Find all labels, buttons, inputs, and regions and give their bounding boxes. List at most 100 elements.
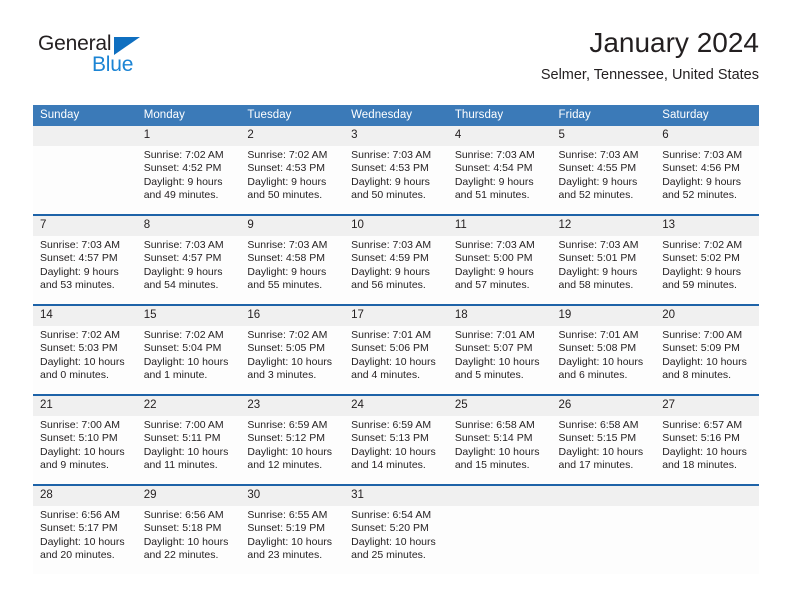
day-cell: Sunrise: 7:02 AM Sunset: 5:03 PM Dayligh…	[33, 326, 137, 394]
sunset-text: Sunset: 5:11 PM	[143, 432, 221, 445]
sunrise-text: Sunrise: 7:01 AM	[558, 329, 639, 341]
day-cell: Sunrise: 7:03 AM Sunset: 4:54 PM Dayligh…	[447, 146, 552, 214]
day-cell: Sunrise: 7:03 AM Sunset: 4:59 PM Dayligh…	[344, 236, 448, 304]
day-number: 31	[344, 486, 448, 506]
daylight-text-line1: Daylight: 9 hours	[143, 265, 223, 278]
day-cell: Sunrise: 6:54 AM Sunset: 5:20 PM Dayligh…	[344, 506, 448, 574]
sunrise-text: Sunrise: 7:03 AM	[143, 239, 224, 251]
daylight-text-line1: Daylight: 10 hours	[40, 355, 125, 368]
daylight-text-line1: Daylight: 10 hours	[351, 535, 436, 548]
daylight-text-line1: Daylight: 10 hours	[143, 535, 229, 548]
week-details-row: Sunrise: 6:56 AM Sunset: 5:17 PM Dayligh…	[33, 506, 759, 574]
daylight-text-line2: and 54 minutes.	[143, 279, 219, 292]
day-number: 28	[33, 486, 137, 506]
sunrise-text: Sunrise: 6:56 AM	[40, 509, 120, 521]
sunset-text: Sunset: 4:54 PM	[454, 162, 533, 175]
daylight-text-line1: Daylight: 9 hours	[454, 265, 534, 278]
sunset-text: Sunset: 5:10 PM	[40, 432, 118, 445]
sunrise-text: Sunrise: 7:03 AM	[351, 149, 432, 161]
sunrise-text: Sunrise: 7:00 AM	[662, 329, 743, 341]
daylight-text-line2: and 4 minutes.	[351, 369, 420, 382]
sunset-text: Sunset: 5:15 PM	[558, 432, 637, 445]
daylight-text-line1: Daylight: 10 hours	[558, 355, 644, 368]
daylight-text-line2: and 58 minutes.	[558, 279, 634, 292]
day-cell: Sunrise: 7:00 AM Sunset: 5:09 PM Dayligh…	[655, 326, 759, 394]
day-cell: Sunrise: 7:03 AM Sunset: 4:58 PM Dayligh…	[240, 236, 345, 304]
daylight-text-line2: and 14 minutes.	[351, 459, 426, 472]
day-number: 7	[33, 216, 137, 236]
day-cell: Sunrise: 7:03 AM Sunset: 4:56 PM Dayligh…	[655, 146, 759, 214]
sunrise-text: Sunrise: 6:58 AM	[454, 419, 535, 431]
sunrise-text: Sunrise: 7:00 AM	[40, 419, 120, 431]
daylight-text-line1: Daylight: 10 hours	[454, 355, 540, 368]
day-cell: Sunrise: 7:02 AM Sunset: 5:04 PM Dayligh…	[136, 326, 241, 394]
weekday-header-thursday: Thursday	[447, 105, 552, 126]
day-cell: Sunrise: 7:00 AM Sunset: 5:10 PM Dayligh…	[33, 416, 137, 484]
daylight-text-line1: Daylight: 10 hours	[454, 445, 540, 458]
day-cell	[655, 506, 759, 574]
day-number: 1	[136, 126, 241, 146]
sunrise-text: Sunrise: 7:02 AM	[143, 329, 224, 341]
week-daynumbers-row: 1 2 3 4 5 6	[33, 126, 759, 146]
sunset-text: Sunset: 5:04 PM	[143, 342, 222, 355]
daylight-text-line1: Daylight: 10 hours	[351, 355, 436, 368]
daylight-text-line2: and 55 minutes.	[247, 279, 323, 292]
day-cell: Sunrise: 6:55 AM Sunset: 5:19 PM Dayligh…	[240, 506, 345, 574]
daylight-text-line2: and 11 minutes.	[143, 459, 218, 472]
logo-text-blue: Blue	[92, 53, 134, 76]
daylight-text-line1: Daylight: 10 hours	[143, 355, 229, 368]
daylight-text-line2: and 18 minutes.	[662, 459, 737, 472]
day-number	[33, 126, 137, 146]
daylight-text-line2: and 8 minutes.	[662, 369, 732, 382]
day-cell: Sunrise: 7:02 AM Sunset: 5:05 PM Dayligh…	[240, 326, 345, 394]
daylight-text-line1: Daylight: 10 hours	[40, 445, 125, 458]
sunrise-text: Sunrise: 7:03 AM	[247, 239, 328, 251]
sunrise-text: Sunrise: 6:55 AM	[247, 509, 328, 521]
page-title: January 2024	[589, 27, 759, 58]
day-number: 21	[33, 396, 137, 416]
sunset-text: Sunset: 4:57 PM	[143, 252, 222, 265]
day-number: 23	[240, 396, 345, 416]
sunrise-text: Sunrise: 7:03 AM	[558, 149, 639, 161]
sunrise-text: Sunrise: 7:01 AM	[454, 329, 535, 341]
sunrise-text: Sunrise: 7:03 AM	[40, 239, 120, 251]
day-number: 10	[344, 216, 448, 236]
daylight-text-line2: and 3 minutes.	[247, 369, 317, 382]
daylight-text-line1: Daylight: 10 hours	[247, 535, 333, 548]
day-number: 20	[655, 306, 759, 326]
sunset-text: Sunset: 5:19 PM	[247, 522, 326, 535]
sunset-text: Sunset: 4:57 PM	[40, 252, 118, 265]
day-number: 27	[655, 396, 759, 416]
daylight-text-line1: Daylight: 9 hours	[247, 175, 327, 188]
daylight-text-line2: and 23 minutes.	[247, 549, 323, 562]
weekday-header-tuesday: Tuesday	[240, 105, 345, 126]
daylight-text-line2: and 56 minutes.	[351, 279, 426, 292]
day-cell: Sunrise: 6:58 AM Sunset: 5:15 PM Dayligh…	[551, 416, 656, 484]
day-number: 14	[33, 306, 137, 326]
weekday-header-monday: Monday	[136, 105, 241, 126]
sunset-text: Sunset: 4:58 PM	[247, 252, 326, 265]
day-number: 4	[447, 126, 552, 146]
week-daynumbers-row: 14 15 16 17 18 19 20	[33, 306, 759, 326]
daylight-text-line1: Daylight: 10 hours	[40, 535, 125, 548]
day-cell: Sunrise: 7:03 AM Sunset: 4:57 PM Dayligh…	[33, 236, 137, 304]
day-number: 3	[344, 126, 448, 146]
sunrise-text: Sunrise: 6:56 AM	[143, 509, 224, 521]
week-daynumbers-row: 28 29 30 31	[33, 486, 759, 506]
day-cell: Sunrise: 6:59 AM Sunset: 5:12 PM Dayligh…	[240, 416, 345, 484]
sunset-text: Sunset: 5:17 PM	[40, 522, 118, 535]
daylight-text-line2: and 50 minutes.	[351, 189, 426, 202]
daylight-text-line2: and 20 minutes.	[40, 549, 115, 562]
week-details-row: Sunrise: 7:00 AM Sunset: 5:10 PM Dayligh…	[33, 416, 759, 484]
sunset-text: Sunset: 5:16 PM	[662, 432, 740, 445]
calendar-header-row: Sunday Monday Tuesday Wednesday Thursday…	[33, 105, 759, 126]
sunrise-text: Sunrise: 6:59 AM	[247, 419, 328, 431]
day-number: 6	[655, 126, 759, 146]
weekday-header-friday: Friday	[551, 105, 656, 126]
day-cell: Sunrise: 6:56 AM Sunset: 5:17 PM Dayligh…	[33, 506, 137, 574]
day-cell: Sunrise: 7:03 AM Sunset: 5:01 PM Dayligh…	[551, 236, 656, 304]
general-blue-logo: General Blue	[33, 32, 233, 84]
day-cell: Sunrise: 6:59 AM Sunset: 5:13 PM Dayligh…	[344, 416, 448, 484]
day-number: 11	[447, 216, 552, 236]
sunset-text: Sunset: 5:20 PM	[351, 522, 429, 535]
